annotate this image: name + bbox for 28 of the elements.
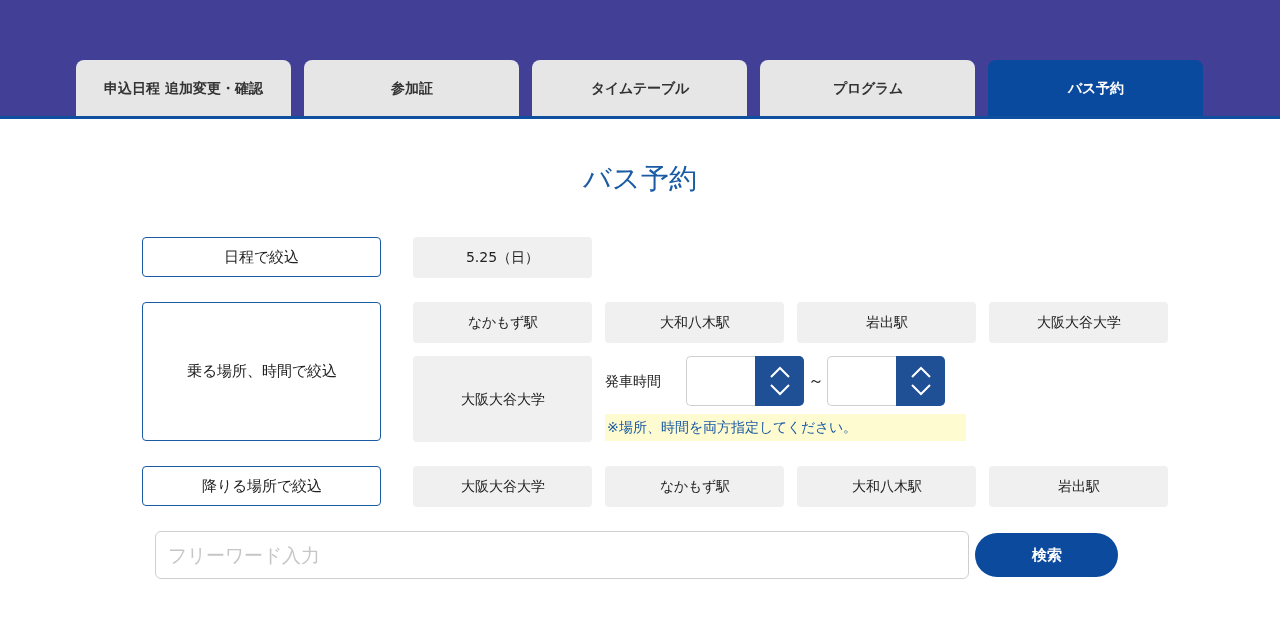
tab[interactable]: タイムテーブル: [532, 60, 747, 116]
search-field[interactable]: フリーワード入力: [155, 531, 969, 579]
up-down-chevron-icon: [768, 365, 791, 397]
tab[interactable]: バス予約: [988, 60, 1203, 116]
page-title: バス予約: [582, 161, 698, 197]
range-separator: ～: [806, 370, 825, 392]
filter-option[interactable]: 大阪大谷大学: [413, 356, 592, 442]
filter-option[interactable]: 大阪大谷大学: [989, 302, 1168, 343]
spinner-button[interactable]: [896, 356, 945, 406]
tab[interactable]: 参加証: [304, 60, 519, 116]
up-down-chevron-icon: [909, 365, 932, 397]
spinner-button[interactable]: [755, 356, 804, 406]
filter-label-button[interactable]: 降りる場所で絞込: [142, 466, 381, 506]
tab[interactable]: 申込日程 追加変更・確認: [76, 60, 291, 116]
departure-time-label: 発車時間: [605, 371, 662, 391]
filter-option[interactable]: 5.25（日）: [413, 237, 592, 278]
filter-option[interactable]: 大阪大谷大学: [413, 466, 592, 507]
filter-option[interactable]: 大和八木駅: [605, 302, 784, 343]
filter-option[interactable]: 岩出駅: [797, 302, 976, 343]
filter-option[interactable]: 大和八木駅: [797, 466, 976, 507]
search-button[interactable]: 検索: [975, 533, 1118, 577]
filter-option[interactable]: なかもず駅: [605, 466, 784, 507]
tab[interactable]: プログラム: [760, 60, 975, 116]
filter-label-button[interactable]: 日程で絞込: [142, 237, 381, 277]
filter-option[interactable]: なかもず駅: [413, 302, 592, 343]
filter-label-button[interactable]: 乗る場所、時間で絞込: [142, 302, 381, 441]
notice-text: ※場所、時間を両方指定してください。: [605, 414, 966, 441]
filter-option[interactable]: 岩出駅: [989, 466, 1168, 507]
